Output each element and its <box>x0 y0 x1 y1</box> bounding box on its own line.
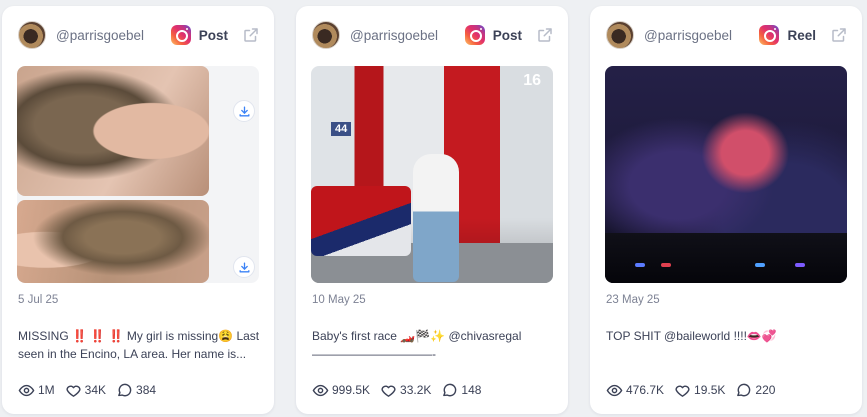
comments-stat: 384 <box>116 382 156 399</box>
comments-count: 148 <box>461 383 482 397</box>
eye-icon <box>606 384 623 396</box>
download-button[interactable] <box>233 256 255 278</box>
author-handle[interactable]: @parrisgoebel <box>56 28 171 43</box>
heart-icon <box>66 385 81 397</box>
author-handle[interactable]: @parrisgoebel <box>644 28 759 43</box>
media-thumbnail[interactable] <box>17 66 209 196</box>
comment-icon <box>737 383 751 396</box>
race-car <box>311 186 411 256</box>
views-stat: 476.7K <box>606 382 664 399</box>
download-button[interactable] <box>233 100 255 122</box>
post-type-label: Post <box>492 27 522 43</box>
views-count: 476.7K <box>626 383 665 397</box>
instagram-icon <box>759 25 780 45</box>
post-caption: Baby's first race 🏎️🏁✨ @chivasregal ————… <box>312 329 522 361</box>
post-card[interactable]: @parrisgoebel Post 5 Jul 25 MISSING ‼️ ‼… <box>2 6 274 414</box>
eye-icon <box>18 384 35 396</box>
post-date: 10 May 25 <box>312 294 366 306</box>
likes-stat: 19.5K <box>674 382 725 399</box>
post-card[interactable]: @parrisgoebel Post 44 16 10 May 25 Baby'… <box>296 6 568 414</box>
card-header: @parrisgoebel Reel <box>606 20 848 50</box>
external-link-icon[interactable] <box>242 26 260 44</box>
post-media[interactable] <box>605 66 847 283</box>
post-caption: MISSING ‼️ ‼️ ‼️ My girl is missing😩 Las… <box>18 329 260 361</box>
comments-count: 220 <box>755 383 776 397</box>
likes-stat: 33.2K <box>380 382 431 399</box>
likes-count: 33.2K <box>400 383 432 397</box>
card-header: @parrisgoebel Post <box>312 20 554 50</box>
post-caption: TOP SHIT @baileworld !!!!👄💞 <box>606 329 777 343</box>
likes-count: 34K <box>84 383 107 397</box>
comments-stat: 220 <box>735 382 775 399</box>
external-link-icon[interactable] <box>536 26 554 44</box>
post-date: 23 May 25 <box>606 294 660 306</box>
views-count: 1M <box>38 383 55 397</box>
heart-icon <box>675 385 690 397</box>
post-stats: 999.5K 33.2K 148 <box>312 381 554 399</box>
post-date: 5 Jul 25 <box>18 294 59 306</box>
post-stats: 476.7K 19.5K 220 <box>606 381 848 399</box>
post-stats: 1M 34K 384 <box>18 381 260 399</box>
avatar[interactable] <box>18 21 46 49</box>
post-media[interactable]: 44 16 <box>311 66 553 283</box>
comment-icon <box>118 383 132 396</box>
eye-icon <box>312 384 329 396</box>
deck-light <box>635 263 645 267</box>
media-person <box>413 154 459 282</box>
likes-count: 19.5K <box>694 383 726 397</box>
post-type-label: Post <box>198 27 228 43</box>
card-header: @parrisgoebel Post <box>18 20 260 50</box>
instagram-icon <box>464 25 485 45</box>
car-number: 44 <box>331 122 352 136</box>
likes-stat: 34K <box>65 382 106 399</box>
post-card[interactable]: @parrisgoebel Reel 23 May 25 TOP SHIT @b… <box>590 6 862 414</box>
views-stat: 1M <box>18 382 55 399</box>
poster-number: 16 <box>523 72 541 89</box>
deck-light <box>661 263 671 267</box>
post-media[interactable] <box>17 66 259 283</box>
external-link-icon[interactable] <box>830 26 848 44</box>
media-thumbnail[interactable] <box>17 200 209 283</box>
post-type-label: Reel <box>787 27 816 43</box>
avatar[interactable] <box>606 21 634 49</box>
heart-icon <box>381 385 396 397</box>
avatar[interactable] <box>312 21 340 49</box>
dj-deck <box>605 233 847 283</box>
views-stat: 999.5K <box>312 382 370 399</box>
download-icon <box>239 106 249 116</box>
author-handle[interactable]: @parrisgoebel <box>350 28 465 43</box>
download-icon <box>239 262 249 272</box>
comment-icon <box>443 383 457 396</box>
deck-light <box>795 263 805 267</box>
comments-stat: 148 <box>441 382 481 399</box>
comments-count: 384 <box>136 383 157 397</box>
deck-light <box>755 263 765 267</box>
views-count: 999.5K <box>332 383 371 397</box>
instagram-icon <box>170 25 191 45</box>
